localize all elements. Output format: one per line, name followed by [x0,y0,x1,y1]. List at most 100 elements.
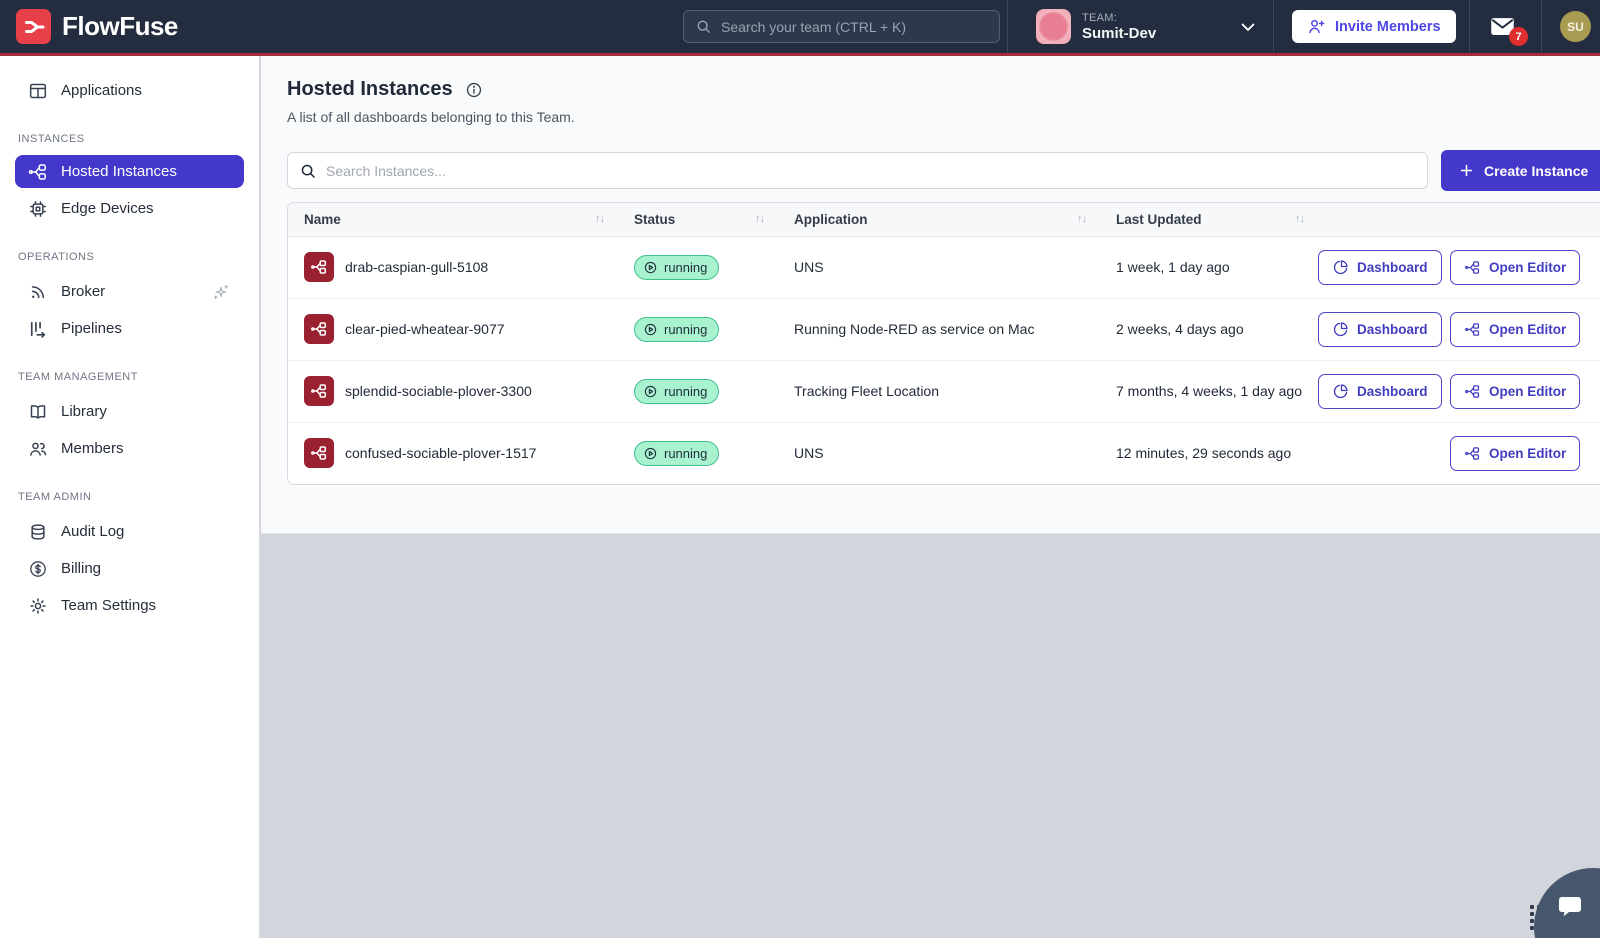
open-editor-button[interactable]: Open Editor [1450,312,1580,347]
info-icon[interactable] [465,81,483,99]
table-header-row: Name↑↓ Status↑↓ Application↑↓ Last Updat… [288,203,1600,236]
sidebar-item-edge-devices[interactable]: Edge Devices [0,190,259,227]
instance-name: confused-sociable-plover-1517 [345,445,536,461]
status-badge: running [634,317,719,342]
instance-icon [304,376,334,406]
sort-icon[interactable]: ↑↓ [755,213,764,225]
sidebar-item-broker[interactable]: Broker [0,273,259,310]
sidebar-item-pipelines[interactable]: Pipelines [0,310,259,347]
sidebar-item-label: Edge Devices [61,200,154,217]
sidebar-item-label: Pipelines [61,320,122,337]
sidebar-item-hosted-instances[interactable]: Hosted Instances [15,155,244,188]
instance-search-input[interactable] [326,163,1416,179]
team-selector[interactable]: TEAM: Sumit-Dev [1036,9,1156,44]
team-settings-icon [28,596,48,616]
instances-table: Name↑↓ Status↑↓ Application↑↓ Last Updat… [288,203,1600,484]
status-badge: running [634,441,719,466]
sidebar-item-label: Members [61,440,124,457]
dashboard-button[interactable]: Dashboard [1318,312,1442,347]
chevron-down-icon[interactable] [1238,17,1258,37]
page-content: Hosted Instances A list of all dashboard… [261,56,1600,534]
open-editor-button[interactable]: Open Editor [1450,250,1580,285]
open-editor-icon [1464,321,1481,338]
table-row[interactable]: confused-sociable-plover-1517 running UN… [288,422,1600,484]
search-icon [299,162,317,180]
table-row[interactable]: drab-caspian-gull-5108 running UNS 1 wee… [288,236,1600,298]
column-header-last-updated[interactable]: Last Updated↑↓ [1100,203,1318,236]
create-instance-button[interactable]: Create Instance [1441,150,1600,191]
nav-divider [1273,0,1274,53]
dashboard-button[interactable]: Dashboard [1318,250,1442,285]
instance-icon [304,252,334,282]
invite-members-label: Invite Members [1335,19,1441,35]
instances-table-card: Name↑↓ Status↑↓ Application↑↓ Last Updat… [287,202,1600,485]
instance-icon [304,438,334,468]
table-row[interactable]: clear-pied-wheatear-9077 running Running… [288,298,1600,360]
status-badge: running [634,379,719,404]
column-header-application[interactable]: Application↑↓ [778,203,1100,236]
team-label: TEAM: [1082,12,1156,24]
dashboard-icon [1332,259,1349,276]
sidebar-item-label: Hosted Instances [61,163,177,180]
edge-devices-icon [28,199,48,219]
sparkles-icon [211,282,231,302]
instance-name-cell[interactable]: confused-sociable-plover-1517 [304,438,608,468]
application-cell: UNS [778,236,1100,298]
instance-name-cell[interactable]: drab-caspian-gull-5108 [304,252,608,282]
nav-divider [1541,0,1542,53]
sidebar-item-members[interactable]: Members [0,430,259,467]
sidebar-item-library[interactable]: Library [0,393,259,430]
last-updated-cell: 1 week, 1 day ago [1100,236,1318,298]
plus-icon [1458,162,1475,179]
column-header-status[interactable]: Status↑↓ [618,203,778,236]
sidebar-item-label: Audit Log [61,523,124,540]
open-editor-icon [1464,383,1481,400]
last-updated-cell: 12 minutes, 29 seconds ago [1100,422,1318,484]
last-updated-cell: 7 months, 4 weeks, 1 day ago [1100,360,1318,422]
members-icon [28,439,48,459]
instance-search[interactable] [287,152,1428,189]
page-subtitle: A list of all dashboards belonging to th… [287,109,1600,125]
invite-members-button[interactable]: Invite Members [1292,10,1456,43]
open-editor-button[interactable]: Open Editor [1450,436,1580,471]
notifications-button[interactable]: 7 [1489,13,1517,41]
hosted-instances-icon [28,162,48,182]
flowfuse-logo-icon [16,9,51,44]
column-header-actions [1450,203,1600,236]
sort-icon[interactable]: ↑↓ [595,213,604,225]
sidebar-item-billing[interactable]: Billing [0,550,259,587]
instance-name-cell[interactable]: clear-pied-wheatear-9077 [304,314,608,344]
instance-name-cell[interactable]: splendid-sociable-plover-3300 [304,376,608,406]
sidebar-item-audit-log[interactable]: Audit Log [0,513,259,550]
library-icon [28,402,48,422]
open-editor-icon [1464,445,1481,462]
team-search[interactable] [683,10,1000,43]
sidebar-item-label: Applications [61,82,142,99]
column-header-name[interactable]: Name↑↓ [288,203,618,236]
team-name: Sumit-Dev [1082,25,1156,42]
broker-icon [28,282,48,302]
brand-name: FlowFuse [62,11,178,42]
sort-icon[interactable]: ↑↓ [1077,213,1086,225]
column-header-actions [1318,203,1450,236]
open-editor-button[interactable]: Open Editor [1450,374,1580,409]
running-icon [643,260,658,275]
team-search-input[interactable] [721,19,988,35]
table-row[interactable]: splendid-sociable-plover-3300 running Tr… [288,360,1600,422]
instance-name: clear-pied-wheatear-9077 [345,321,505,337]
invite-members-icon [1307,17,1326,36]
chat-widget-button[interactable] [1534,868,1600,938]
instance-name: splendid-sociable-plover-3300 [345,383,532,399]
sidebar-section-instances: INSTANCES [18,133,259,145]
sidebar-item-label: Broker [61,283,105,300]
page-title: Hosted Instances [287,78,453,101]
sort-icon[interactable]: ↑↓ [1295,213,1304,225]
dashboard-button[interactable]: Dashboard [1318,374,1442,409]
brand[interactable]: FlowFuse [16,9,178,44]
sidebar-item-team-settings[interactable]: Team Settings [0,587,259,624]
sidebar-item-applications[interactable]: Applications [0,72,259,109]
notification-badge: 7 [1509,27,1528,46]
user-avatar[interactable]: SU [1560,11,1591,42]
sidebar: Applications INSTANCES Hosted Instances … [0,56,260,938]
applications-icon [28,81,48,101]
